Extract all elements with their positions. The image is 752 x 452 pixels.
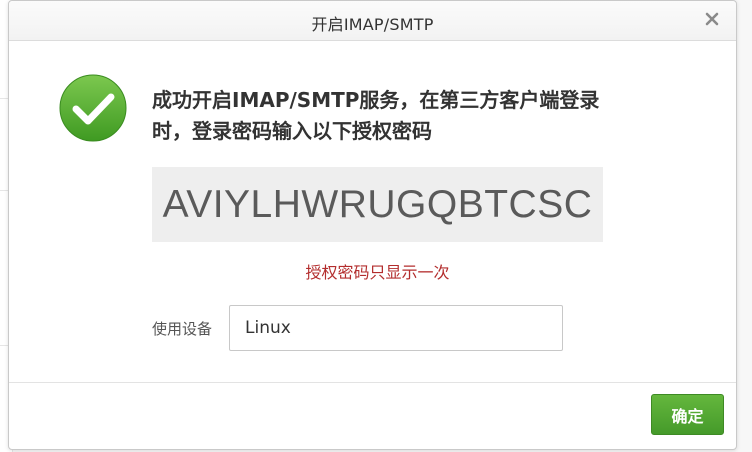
check-circle-icon (59, 74, 127, 142)
device-input[interactable] (229, 305, 563, 351)
footer-divider (9, 382, 736, 383)
dialog-titlebar: 开启IMAP/SMTP (9, 1, 736, 41)
imap-smtp-dialog: 开启IMAP/SMTP 成功开启IMAP/SMTP服务，在第三方客户端登录时，登… (8, 0, 737, 450)
device-label: 使用设备 (152, 320, 213, 338)
auth-code: AVIYLHWRUGQBTCSC (162, 182, 593, 226)
dialog-title: 开启IMAP/SMTP (311, 15, 434, 34)
close-icon[interactable] (702, 9, 722, 29)
auth-code-warning: 授权密码只显示一次 (305, 263, 450, 282)
success-message: 成功开启IMAP/SMTP服务，在第三方客户端登录时，登录密码输入以下授权密码 (152, 88, 600, 143)
confirm-button[interactable]: 确定 (651, 394, 724, 435)
auth-code-box: AVIYLHWRUGQBTCSC (152, 167, 603, 242)
